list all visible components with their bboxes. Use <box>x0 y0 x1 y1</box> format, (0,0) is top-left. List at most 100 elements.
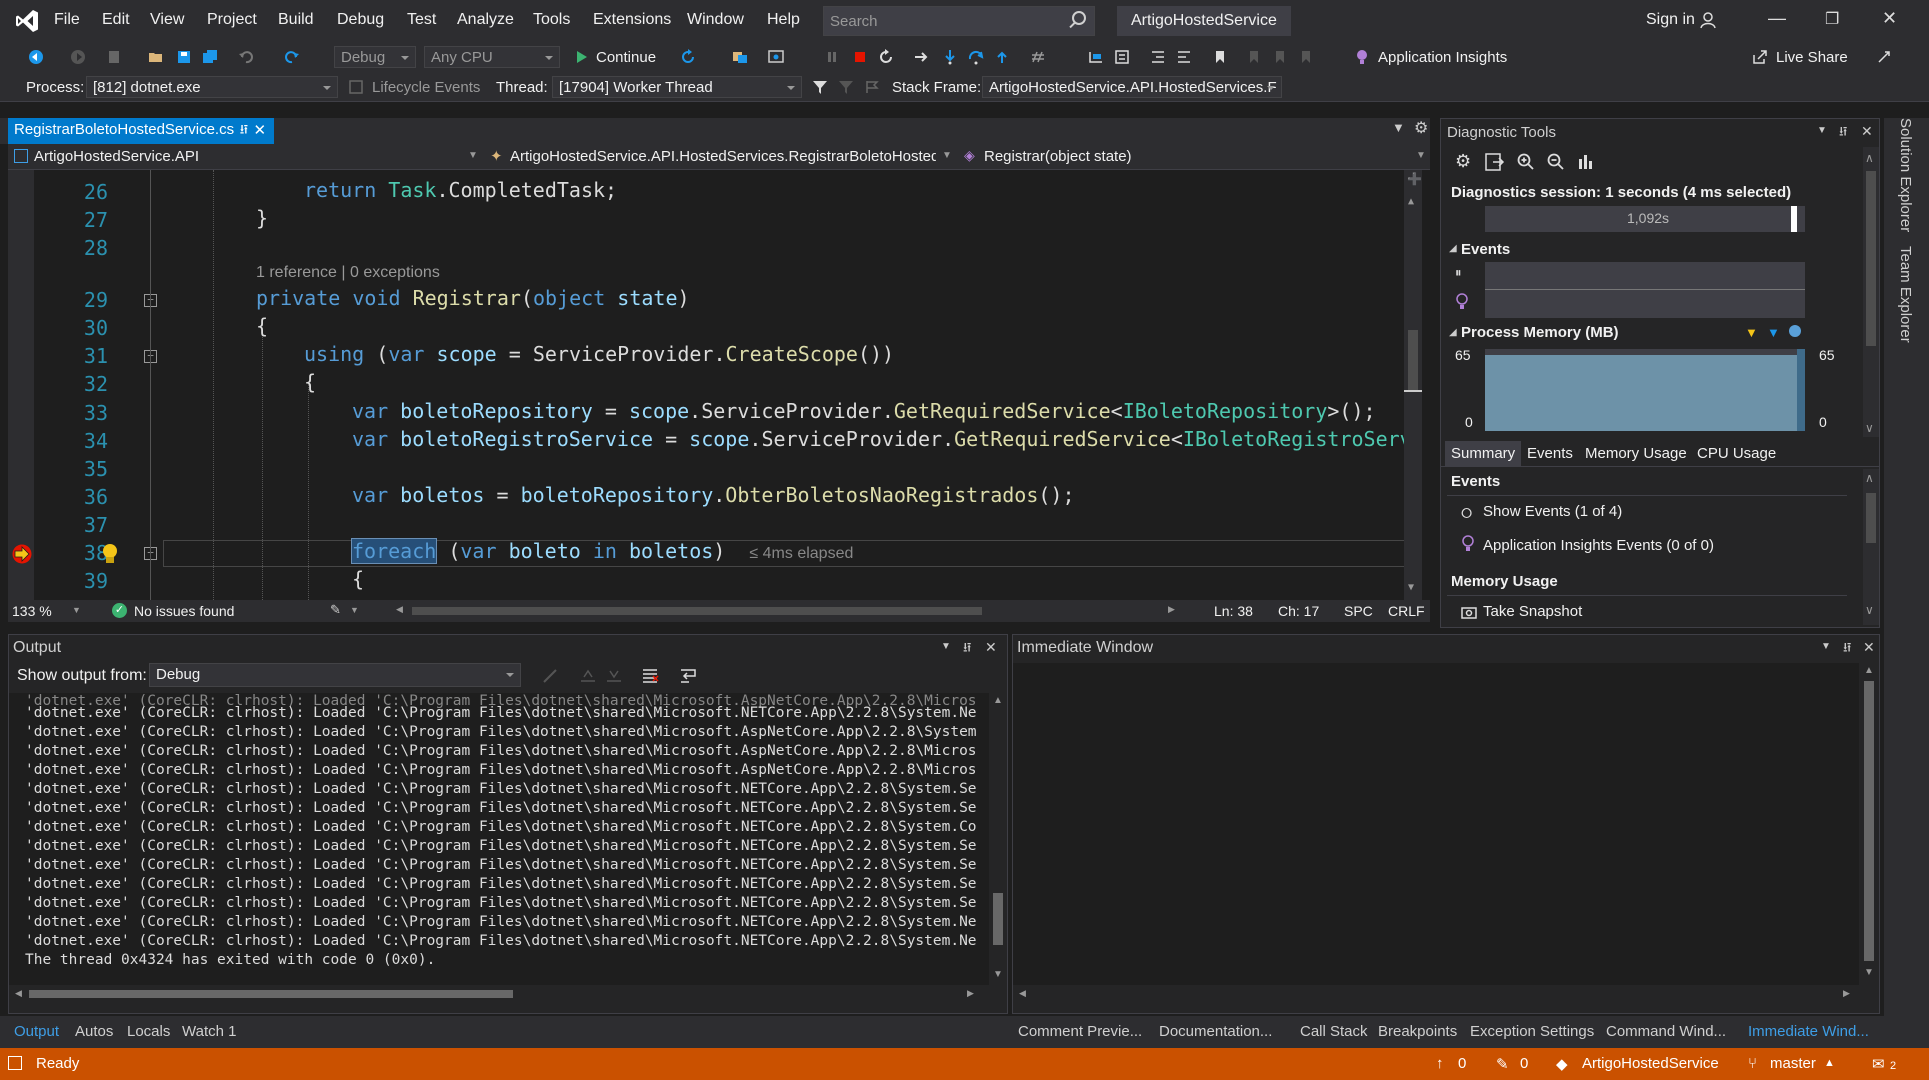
code-line-27[interactable]: } <box>256 206 268 230</box>
scrollbar-thumb[interactable] <box>1408 330 1418 390</box>
bookmark-icon[interactable] <box>1212 49 1228 65</box>
zoom-dropdown[interactable]: 133 % <box>12 603 52 619</box>
lightbulb-icon[interactable] <box>100 542 120 566</box>
timeline-selection-marker[interactable] <box>1791 206 1797 232</box>
repository-name[interactable]: ArtigoHostedService <box>1582 1055 1719 1072</box>
hex-display-icon[interactable] <box>1030 49 1046 65</box>
tab-registrar-boleto[interactable]: RegistrarBoletoHostedService.cs ⭿ ✕ <box>8 118 275 144</box>
scroll-up-icon[interactable]: ▲ <box>1408 196 1414 207</box>
code-editor[interactable]: 26 27 28 29 30 31 32 33 34 35 36 37 38 3… <box>8 170 1422 600</box>
chevron-down-icon[interactable]: ▼ <box>72 605 81 615</box>
bottom-tab-exception-settings[interactable]: Exception Settings <box>1470 1023 1594 1040</box>
session-timeline[interactable]: 1,092s <box>1485 206 1805 232</box>
app-insights-events-link[interactable]: Application Insights Events (0 of 0) <box>1483 537 1714 554</box>
bottom-tab-documentation[interactable]: Documentation... <box>1159 1023 1272 1040</box>
line-ending-indicator[interactable]: CRLF <box>1388 603 1425 619</box>
settings-gear-icon[interactable]: ⚙ <box>1455 151 1471 172</box>
breakpoint-current-statement-icon[interactable] <box>11 543 33 565</box>
scroll-down-icon[interactable]: ▼ <box>993 969 1003 980</box>
account-icon[interactable] <box>1700 11 1718 29</box>
pin-window-icon[interactable]: ⭿ <box>1839 123 1847 145</box>
immediate-horizontal-scrollbar[interactable]: ◀ ▶ <box>1013 985 1859 1003</box>
close-pane-icon[interactable]: ✕ <box>985 639 997 656</box>
expand-triangle-icon[interactable]: ◢ <box>1449 243 1457 254</box>
output-vertical-scrollbar[interactable]: ▲ ▼ <box>989 693 1007 985</box>
continue-play-icon[interactable] <box>574 49 590 65</box>
tab-overflow-chevron-icon[interactable]: ▼ <box>1392 120 1405 135</box>
pause-icon[interactable] <box>824 49 840 65</box>
arrow-up-icon[interactable]: ↑ <box>1436 1055 1444 1072</box>
step-into-icon[interactable] <box>942 49 958 65</box>
close-pane-icon[interactable]: ✕ <box>1863 639 1875 656</box>
nav-class-dropdown[interactable]: ArtigoHostedService.API.HostedServices.R… <box>510 148 936 165</box>
clear-bookmarks-icon[interactable] <box>1298 49 1314 65</box>
scrollbar-thumb[interactable] <box>993 893 1003 945</box>
window-position-chevron-icon[interactable]: ▼ <box>1817 125 1827 136</box>
redo-icon[interactable] <box>284 49 300 65</box>
line-indicator[interactable]: Ln: 38 <box>1214 603 1253 619</box>
whitespace-indicator[interactable]: SPC <box>1344 603 1373 619</box>
chevron-down-icon[interactable]: ▼ <box>468 150 478 161</box>
open-file-icon[interactable] <box>148 49 164 65</box>
bottom-tab-locals[interactable]: Locals <box>127 1023 170 1040</box>
bottom-tab-comment-preview[interactable]: Comment Previe... <box>1018 1023 1142 1040</box>
scroll-right-icon[interactable]: ▶ <box>1168 604 1175 615</box>
bottom-tab-command-window[interactable]: Command Wind... <box>1606 1023 1726 1040</box>
zoom-in-icon[interactable] <box>1517 153 1535 171</box>
tab-memory-usage[interactable]: Memory Usage <box>1585 445 1687 462</box>
immediate-input-area[interactable] <box>1013 663 1859 985</box>
reset-zoom-icon[interactable] <box>1577 153 1595 171</box>
process-dropdown[interactable]: [812] dotnet.exe <box>86 76 338 98</box>
chevron-down-icon[interactable]: ▼ <box>942 150 952 161</box>
scrollbar-thumb[interactable] <box>1866 493 1876 543</box>
outdent-icon[interactable] <box>1150 49 1166 65</box>
indent-icon[interactable] <box>1176 49 1192 65</box>
next-message-icon[interactable] <box>605 667 623 685</box>
bottom-tab-immediate-window[interactable]: Immediate Wind... <box>1748 1023 1869 1040</box>
bottom-tab-autos[interactable]: Autos <box>75 1023 113 1040</box>
column-indicator[interactable]: Ch: 17 <box>1278 603 1319 619</box>
call-hierarchy-icon[interactable] <box>1088 49 1104 65</box>
indicator-margin[interactable] <box>8 170 34 600</box>
issues-status[interactable]: No issues found <box>134 603 234 619</box>
bottom-tab-output[interactable]: Output <box>14 1023 59 1040</box>
live-share-icon[interactable] <box>1752 49 1768 65</box>
stack-frame-dropdown[interactable]: ArtigoHostedService.API.HostedServices.F <box>982 76 1282 98</box>
application-insights-icon[interactable] <box>1354 49 1370 65</box>
scrollbar-thumb[interactable] <box>1866 171 1876 346</box>
menu-test[interactable]: Test <box>407 11 436 29</box>
sign-in-link[interactable]: Sign in <box>1646 11 1695 29</box>
close-pane-icon[interactable]: ✕ <box>1861 123 1873 140</box>
notifications-bell-icon[interactable]: ✉ <box>1872 1055 1885 1073</box>
lifecycle-events-icon[interactable] <box>348 79 364 95</box>
step-out-icon[interactable] <box>994 49 1010 65</box>
expand-triangle-icon[interactable]: ◢ <box>1449 327 1457 338</box>
menu-tools[interactable]: Tools <box>533 11 570 29</box>
scroll-left-icon[interactable]: ◀ <box>1019 988 1026 999</box>
scrollbar-thumb[interactable] <box>1864 681 1874 961</box>
code-line-29[interactable]: private void Registrar(object state) <box>256 286 690 310</box>
zoom-out-icon[interactable] <box>1547 153 1565 171</box>
stop-icon[interactable] <box>852 49 868 65</box>
notifications-count[interactable]: 2 <box>1890 1060 1896 1072</box>
branch-chevron-up-icon[interactable]: ▲ <box>1824 1057 1835 1069</box>
show-events-link[interactable]: Show Events (1 of 4) <box>1483 503 1622 520</box>
menu-window[interactable]: Window <box>687 11 744 29</box>
menu-extensions[interactable]: Extensions <box>593 11 671 29</box>
undo-icon[interactable] <box>238 49 254 65</box>
horizontal-scrollbar-thumb[interactable] <box>412 607 982 615</box>
branch-name[interactable]: master <box>1770 1055 1816 1072</box>
events-graph[interactable] <box>1485 262 1805 318</box>
scroll-left-icon[interactable]: ◀ <box>396 604 403 615</box>
menu-project[interactable]: Project <box>207 11 257 29</box>
tab-events[interactable]: Events <box>1527 445 1573 462</box>
previous-message-icon[interactable] <box>579 667 597 685</box>
platform-dropdown[interactable]: Any CPU <box>424 46 560 68</box>
code-line-31[interactable]: using (var scope = ServiceProvider.Creat… <box>304 342 894 366</box>
tab-cpu-usage[interactable]: CPU Usage <box>1697 445 1776 462</box>
save-icon[interactable] <box>176 49 192 65</box>
scroll-down-icon[interactable]: ▼ <box>1864 967 1874 978</box>
clear-all-icon[interactable] <box>641 667 659 685</box>
scroll-down-icon[interactable]: ∨ <box>1865 421 1874 435</box>
repository-icon[interactable]: ◆ <box>1556 1055 1568 1073</box>
